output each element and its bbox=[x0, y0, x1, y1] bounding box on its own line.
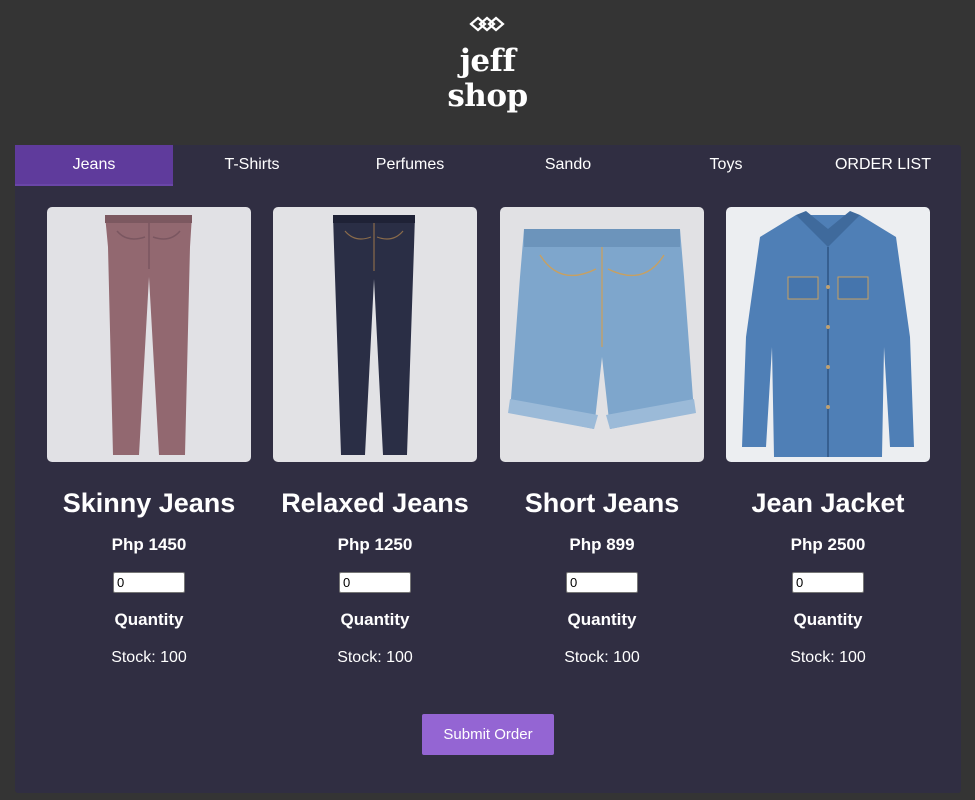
shop-panel: Jeans T-Shirts Perfumes Sando Toys ORDER… bbox=[15, 145, 961, 793]
stock-count: Stock: 100 bbox=[564, 649, 640, 666]
quantity-input[interactable] bbox=[566, 572, 638, 593]
submit-order-button[interactable]: Submit Order bbox=[422, 714, 554, 755]
product-price: Php 1450 bbox=[111, 535, 187, 554]
product-price: Php 899 bbox=[569, 535, 635, 554]
product-price: Php 1250 bbox=[337, 535, 413, 554]
product-price: Php 2500 bbox=[790, 535, 866, 554]
product-name: Short Jeans bbox=[524, 488, 680, 518]
quantity-label: Quantity bbox=[567, 610, 637, 629]
tab-t-shirts[interactable]: T-Shirts bbox=[173, 145, 331, 186]
quantity-label: Quantity bbox=[114, 610, 184, 629]
brand-line-1: jeff bbox=[459, 43, 516, 79]
mauve-skinny-jeans-image bbox=[47, 207, 251, 462]
quantity-input[interactable] bbox=[792, 572, 864, 593]
quantity-input[interactable] bbox=[113, 572, 185, 593]
tab-perfumes[interactable]: Perfumes bbox=[331, 145, 489, 186]
tab-sando[interactable]: Sando bbox=[489, 145, 647, 186]
product-card-skinny-jeans: Skinny Jeans Php 1450 Quantity Stock: 10… bbox=[47, 207, 251, 669]
stock-count: Stock: 100 bbox=[111, 649, 187, 666]
denim-jacket-image bbox=[726, 207, 930, 462]
brand-line-2: shop bbox=[447, 78, 528, 114]
product-card-relaxed-jeans: Relaxed Jeans Php 1250 Quantity Stock: 1… bbox=[273, 207, 477, 669]
tab-jeans[interactable]: Jeans bbox=[15, 145, 173, 186]
product-name: Jean Jacket bbox=[751, 488, 905, 518]
stock-count: Stock: 100 bbox=[337, 649, 413, 666]
diamond-links-icon bbox=[469, 16, 505, 32]
tab-order-list[interactable]: ORDER LIST bbox=[805, 145, 961, 186]
stock-count: Stock: 100 bbox=[790, 649, 866, 666]
product-card-short-jeans: Short Jeans Php 899 Quantity Stock: 100 bbox=[500, 207, 704, 669]
product-name: Skinny Jeans bbox=[62, 488, 236, 518]
category-tabs: Jeans T-Shirts Perfumes Sando Toys ORDER… bbox=[15, 145, 961, 186]
brand-logo[interactable]: jeff shop bbox=[420, 44, 555, 114]
tab-toys[interactable]: Toys bbox=[647, 145, 805, 186]
light-denim-shorts-image bbox=[500, 207, 704, 462]
product-card-jean-jacket: Jean Jacket Php 2500 Quantity Stock: 100 bbox=[726, 207, 930, 669]
dark-denim-jeans-image bbox=[273, 207, 477, 462]
quantity-input[interactable] bbox=[339, 572, 411, 593]
quantity-label: Quantity bbox=[793, 610, 863, 629]
product-name: Relaxed Jeans bbox=[281, 488, 469, 518]
quantity-label: Quantity bbox=[340, 610, 410, 629]
site-header: jeff shop bbox=[0, 0, 975, 145]
